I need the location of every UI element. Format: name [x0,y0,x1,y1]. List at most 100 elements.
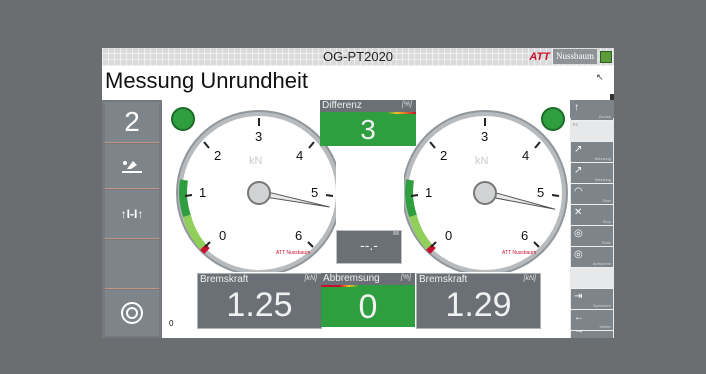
left-brake-gauge: 0 1 2 3 4 5 6 kN ATT Nussbaum [171,107,336,272]
abbremsung-label: Abbremsung [323,273,380,284]
menu-label: Aufnahme [592,261,611,266]
ref-icon: ↗ [574,165,583,176]
needle-hub [247,181,271,205]
speed-icon: ◠ [574,186,583,197]
axle-number-display: 2 [105,102,159,143]
menu-item-save[interactable]: ⇥ Speichern [571,289,613,310]
menu-label: Zurück [598,114,611,119]
tick-label: 0 [445,228,452,243]
tick-label: 6 [521,228,528,243]
menu-label: Messung [594,156,611,161]
menu-item-measure-2[interactable]: ↗ Messung [571,163,613,184]
abbremsung-value: 0 [358,288,378,326]
left-status-light [171,107,195,131]
abbremsung-scale [321,285,415,287]
menu-label: Weiter [599,324,611,329]
tick-label: 3 [255,129,262,144]
bremskraft-left-value: 1.25 [226,286,293,324]
gauge-logo: ATT Nussbaum [276,250,310,256]
abbremsung-display: 0 [321,285,415,327]
differenz-header: Differenz [%] [320,100,416,112]
menu-item-f2[interactable]: F2 [571,121,613,142]
tick-label: 4 [296,148,303,163]
menu-item-back[interactable]: ↑ Zurück [571,100,613,121]
menu-item-end[interactable]: → [571,325,613,338]
menu-item-start[interactable]: ◠ Start [571,184,613,205]
ovality-display: --.- [336,230,402,264]
abbremsung-header: Abbremsung [%] [321,273,415,285]
green-zone [179,179,191,218]
gauge-logo: ATT Nussbaum [502,250,536,256]
window-icon[interactable] [600,50,612,63]
brake-pedal-icon [122,161,142,173]
logo-nussbaum: Nussbaum [553,49,597,64]
menu-item-record[interactable]: ◎ Aufnahme [571,247,613,268]
red-zone [200,244,210,254]
ref-icon: ↗ [574,144,583,155]
tick-label: 4 [522,148,529,163]
menu-label: Stop [602,219,611,224]
bremskraft-right-value: 1.29 [445,286,512,324]
tick-label: 2 [214,148,221,163]
right-arrow-icon: → [574,325,584,336]
red-zone [426,244,436,254]
app-screen: OG-PT2020 ATT Nussbaum Messung Unrundhei… [102,48,614,338]
tick-label: 2 [440,148,447,163]
gauge-unit: kN [249,155,263,167]
brand-logo: ATT Nussbaum [529,49,612,64]
tick-label: 5 [537,185,544,200]
green-zone [405,179,417,218]
scroll-indicator[interactable] [610,94,614,100]
bremskraft-left-panel: Bremskraft [kN] 1.25 [197,273,322,329]
brake-pedal-button[interactable] [105,144,159,189]
title-bar: OG-PT2020 ATT Nussbaum [102,48,614,66]
differenz-value: 3 [360,114,376,145]
menu-label: F2 [573,122,578,127]
tick-label: 1 [425,185,432,200]
menu-item-empty[interactable] [571,268,613,289]
wheel-icon: ◎ [574,228,583,239]
axle-toggle-button[interactable]: ↑I-I↑ [105,190,159,239]
tick-label: 1 [199,185,206,200]
tick-label: 0 [219,228,226,243]
axle-arrows-icon: ↑I-I↑ [120,207,144,221]
bremskraft-left-label: Bremskraft [200,274,249,285]
menu-label: Messung [594,177,611,182]
abbremsung-unit: [%] [400,274,411,281]
tick-label: 5 [311,185,318,200]
exit-button[interactable] [105,290,159,336]
menu-label: Rolle [601,240,611,245]
brake-icon: ✕ [574,207,583,218]
wheel-icon: ◎ [574,249,583,260]
needle-hub [473,181,497,205]
bremskraft-left-unit: [kN] [304,275,317,282]
right-status-light [541,107,565,131]
differenz-unit: [%] [401,101,412,108]
cursor-icon: ↖ [596,72,604,82]
power-icon [121,302,143,324]
status-counter: 0 [169,319,174,328]
ovality-indicator [393,231,399,235]
up-arrow-icon: ↑ [574,102,579,113]
differenz-display: 3 [320,112,416,146]
menu-item-stop[interactable]: ✕ Stop [571,205,613,226]
ovality-value: --.- [360,237,378,253]
menu-label: Speichern [592,303,611,308]
bremskraft-right-panel: Bremskraft [kN] 1.29 [416,273,541,329]
menu-item-roller[interactable]: ◎ Rolle [571,226,613,247]
right-menu: ↑ Zurück F2 ↗ Messung ↗ Messung ◠ Start ✕ Sto… [570,100,614,338]
menu-item-measure-1[interactable]: ↗ Messung [571,142,613,163]
page-title: Messung Unrundheit [105,68,309,93]
differenz-label: Differenz [322,100,362,111]
right-brake-gauge: 0 1 2 3 4 5 6 kN ATT Nussbaum [404,107,568,272]
logo-att: ATT [529,50,550,63]
gauge-unit: kN [475,155,489,167]
bremskraft-right-unit: [kN] [523,275,536,282]
bremskraft-right-label: Bremskraft [419,274,468,285]
tick-label: 3 [481,129,488,144]
empty-button[interactable] [105,240,159,289]
menu-label: Start [602,198,611,203]
left-arrow-icon: ← [574,312,584,323]
left-toolbar: 2 ↑I-I↑ [102,100,162,338]
export-icon: ⇥ [574,291,583,302]
